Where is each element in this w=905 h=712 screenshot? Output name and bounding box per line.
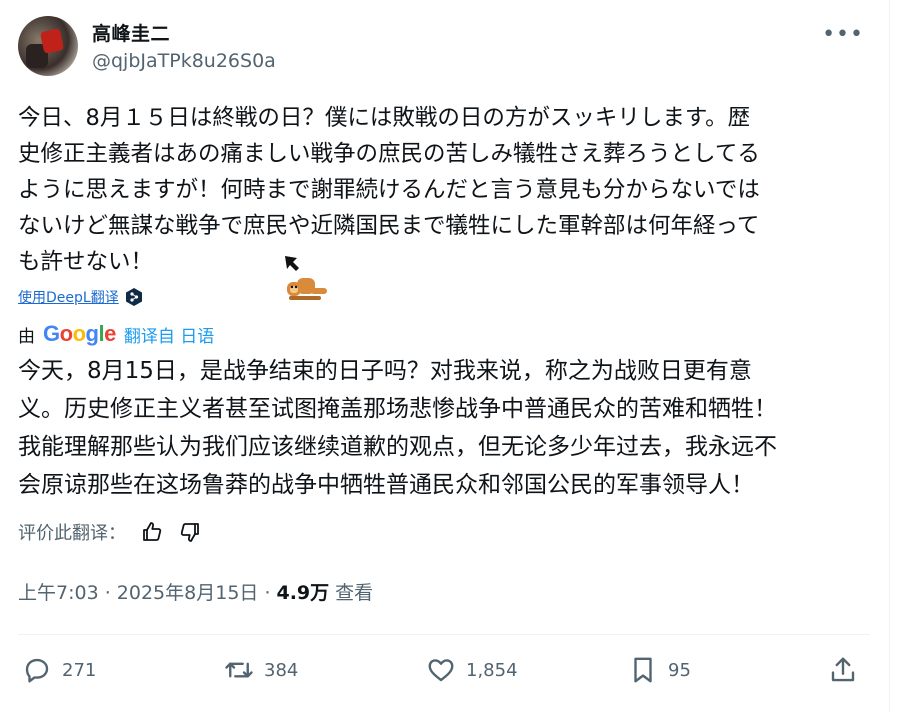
like-button[interactable]: 1,854 <box>426 648 518 692</box>
bookmark-count: 95 <box>668 659 691 681</box>
heart-icon <box>428 659 454 682</box>
author-handle[interactable]: @qjbJaTPk8u26S0a <box>92 50 276 72</box>
post-timestamp[interactable]: 上午7:03 · 2025年8月15日 · <box>18 578 270 605</box>
more-options-icon[interactable]: ••• <box>822 22 864 47</box>
views-label: 查看 <box>335 582 374 604</box>
avatar[interactable] <box>18 16 78 76</box>
deepl-logo-icon <box>125 288 142 306</box>
thumbs-up-icon[interactable] <box>140 520 164 544</box>
reply-button[interactable]: 271 <box>22 648 96 692</box>
reply-bubble-icon <box>25 658 49 683</box>
repost-button[interactable]: 384 <box>224 648 298 692</box>
action-bar: 271 384 1,854 95 <box>18 648 870 692</box>
avatar-shape-red <box>39 28 65 54</box>
like-count: 1,854 <box>466 659 518 681</box>
rate-translation: 评价此翻译： <box>18 519 202 545</box>
google-logo: Google <box>43 321 116 346</box>
repost-count: 384 <box>264 659 299 681</box>
by-label: 由 <box>18 326 35 347</box>
google-translate-attribution: 由 Google 翻译自 日语 <box>18 321 214 347</box>
views-count: 4.9万 <box>276 582 330 604</box>
right-border <box>889 0 890 712</box>
deepl-link-text[interactable]: 使用DeepL翻译 <box>18 287 119 307</box>
share-upload-icon <box>831 657 855 682</box>
bookmark-icon <box>634 657 652 683</box>
post-text: 今日、8月１５日は終戦の日？僕には敗戦の日の方がスッキリします。歴 史修正主義者… <box>18 105 760 275</box>
bookmark-button[interactable]: 95 <box>628 648 691 692</box>
post-meta: 上午7:03 · 2025年8月15日 · 4.9万 查看 <box>18 578 373 605</box>
share-button[interactable] <box>828 648 868 692</box>
translated-from-link[interactable]: 翻译自 日语 <box>124 322 214 347</box>
divider <box>18 634 870 635</box>
repost-arrows-icon <box>225 662 253 678</box>
monkey-cursor-icon <box>285 256 327 300</box>
rate-label: 评价此翻译： <box>18 523 126 544</box>
post-header: 高峰圭二 @qjbJaTPk8u26S0a ••• <box>18 16 878 78</box>
thumbs-down-icon[interactable] <box>178 520 202 544</box>
reply-count: 271 <box>62 659 97 681</box>
author-name[interactable]: 高峰圭二 <box>92 19 170 46</box>
deepl-translate-link[interactable]: 使用DeepL翻译 <box>18 287 143 307</box>
translated-text: 今天，8月15日，是战争结束的日子吗？对我来说，称之为战败日更有意 义。历史修正… <box>18 358 777 498</box>
